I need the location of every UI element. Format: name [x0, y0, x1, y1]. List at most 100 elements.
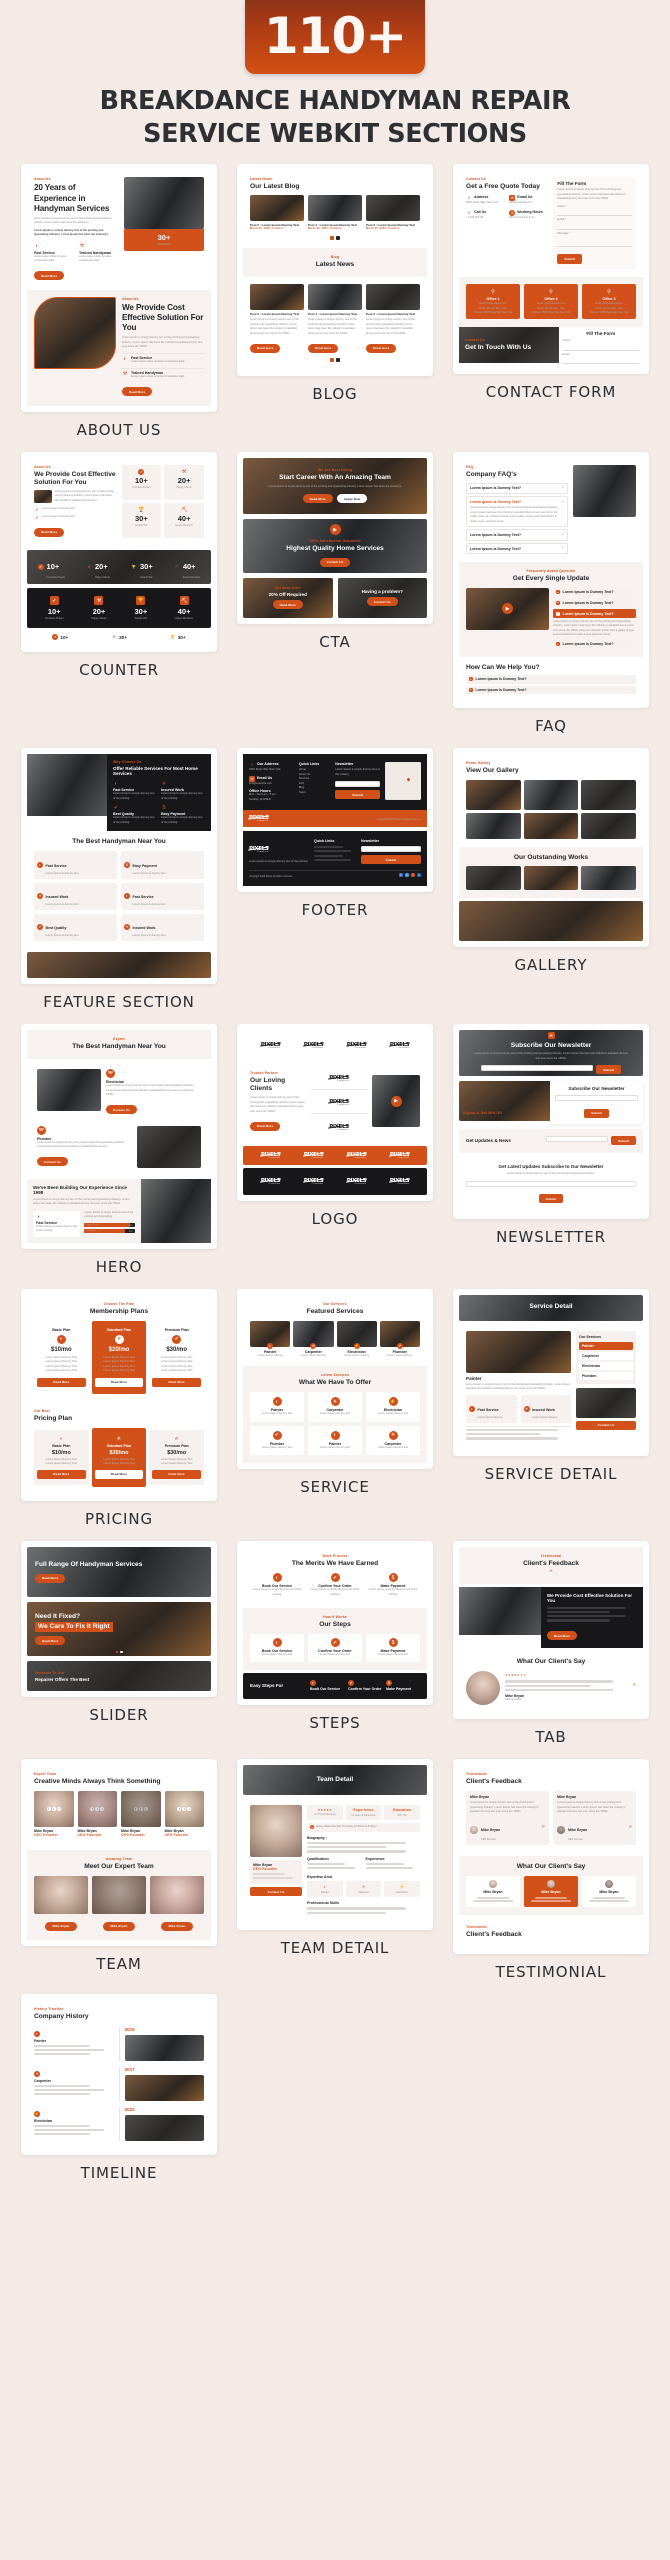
- preview-card-steps[interactable]: Work Process The Merits We Have Earned ◐…: [237, 1541, 433, 1705]
- preview-card-service-detail[interactable]: Service Detail Painter Lorem Ipsum is si…: [453, 1288, 649, 1456]
- about-read-more-button-2[interactable]: Read More: [122, 386, 153, 397]
- preview-card-counter[interactable]: About Us We Provide Cost Effective Solut…: [21, 451, 217, 653]
- team-social-i-2[interactable]: i: [100, 1807, 105, 1812]
- preview-card-tab[interactable]: Testimonial Client's Feedback ❝ We Provi…: [453, 1541, 649, 1719]
- team-social-t-3[interactable]: t: [138, 1807, 143, 1812]
- team-social-i-3[interactable]: i: [143, 1807, 148, 1812]
- chevron-down-icon-1[interactable]: ▾: [562, 486, 563, 490]
- preview-card-newsletter[interactable]: ✉ Subscribe Our Newsletter Lorem Ipsum i…: [453, 1024, 649, 1219]
- faq-question-4[interactable]: Lorem Ipsum Is Dummy Text?: [470, 547, 521, 551]
- preview-card-contact-form[interactable]: Contact Us Get a Free Quote Today ⚲ Addr…: [453, 164, 649, 375]
- plan-cta-4[interactable]: Read More: [37, 1469, 86, 1480]
- cta-offer-button[interactable]: Read More: [272, 599, 303, 610]
- tab-read-more-button[interactable]: Read More: [546, 1631, 578, 1641]
- footer-submit-button-2[interactable]: Submit: [361, 855, 421, 865]
- blog-pager-dot-1[interactable]: [330, 236, 334, 241]
- contact-submit-button[interactable]: Submit: [557, 254, 583, 264]
- chevron-down-icon-3[interactable]: ▾: [562, 546, 563, 550]
- faq-row-5[interactable]: ▸ Lorem Ipsum Is Dummy Text?: [466, 674, 636, 684]
- faq-row-6[interactable]: ▸ Lorem Ipsum Is Dummy Text?: [466, 685, 636, 695]
- facebook-icon[interactable]: f: [399, 873, 403, 878]
- service-sidebar-item-2[interactable]: Carpenter: [579, 1351, 633, 1360]
- preview-card-blog[interactable]: Latest News Our Latest Blog Post 5 : Lor…: [237, 164, 433, 376]
- newsletter-email-input[interactable]: [481, 1065, 594, 1072]
- newsletter-submit-button[interactable]: Submit: [596, 1065, 621, 1075]
- footer-submit-button[interactable]: Submit: [335, 790, 381, 800]
- team-social-f-4[interactable]: f: [177, 1807, 182, 1812]
- cta-read-more-button[interactable]: Read More: [302, 494, 333, 504]
- instagram-icon[interactable]: i: [411, 873, 415, 878]
- team-social-i-1[interactable]: i: [56, 1807, 61, 1812]
- counter-read-more-button[interactable]: Read More: [34, 527, 65, 537]
- team-social-i-4[interactable]: i: [187, 1807, 192, 1812]
- play-icon-logo[interactable]: ▶: [390, 1095, 402, 1107]
- chevron-up-icon-1[interactable]: ▴: [562, 500, 563, 504]
- preview-card-slider[interactable]: Full Range Of Handyman Services Read Mor…: [21, 1541, 217, 1698]
- plan-cta-2[interactable]: Read More: [94, 1377, 144, 1387]
- blog-card-title-2[interactable]: Post 4 : Lorem Ipsum Dummy Text: [308, 312, 362, 316]
- team-social-f-2[interactable]: f: [90, 1807, 95, 1812]
- newsletter-email-input-4[interactable]: [466, 1180, 636, 1187]
- preview-card-faq[interactable]: FAQ Company FAQ's Lorem Ipsum Is Dummy T…: [453, 451, 649, 709]
- gallery-image-4[interactable]: [466, 812, 521, 839]
- team-social-t-1[interactable]: t: [51, 1807, 56, 1812]
- faq-accordion-row-4[interactable]: ▸ Lorem Ipsum Is Dummy Text?: [553, 639, 636, 649]
- team-social-f-1[interactable]: f: [46, 1807, 51, 1812]
- service-sidebar-item-1[interactable]: Painter: [579, 1341, 633, 1350]
- plan-cta-6[interactable]: Read More: [152, 1469, 202, 1480]
- preview-card-logo[interactable]: PIXELS Creative PIXELS Creative PIXELS Crea…: [237, 1024, 433, 1201]
- slider-dot-2[interactable]: [120, 1650, 123, 1654]
- hero-contact-button-1[interactable]: Contact Us: [106, 1105, 137, 1115]
- footer-email-input[interactable]: [335, 781, 381, 788]
- feature-card-4[interactable]: ◐ Fast Service Lorem Ipsum is dummy text: [121, 882, 204, 910]
- plan-cta-1[interactable]: Read More: [37, 1377, 86, 1387]
- cta-apply-now-button[interactable]: Apply Now: [336, 494, 368, 504]
- team-detail-contact-button[interactable]: Contact Us: [250, 1887, 302, 1897]
- blog-read-more-1[interactable]: Read more: [250, 343, 281, 353]
- service-detail-contact-button[interactable]: Contact Us: [576, 1420, 636, 1430]
- gallery-image-2[interactable]: [523, 779, 579, 810]
- preview-card-timeline[interactable]: History Timeline Company History ◐ Paint…: [21, 1993, 217, 2155]
- slider-cta-1[interactable]: Read More: [35, 1573, 66, 1583]
- feature-card-3[interactable]: ✳ Insured Work Lorem Ipsum is dummy text: [34, 882, 117, 910]
- blog-pager-dot-4[interactable]: [336, 358, 340, 362]
- preview-card-service[interactable]: Our Services Featured Services ◐ Painter…: [237, 1288, 433, 1470]
- contact-email-input[interactable]: [557, 223, 632, 230]
- play-icon[interactable]: ▶: [329, 524, 341, 536]
- newsletter-email-input-3[interactable]: [546, 1136, 609, 1143]
- chevron-down-icon-2[interactable]: ▾: [562, 533, 563, 537]
- cta-contact-us-button[interactable]: Contact Us: [319, 557, 351, 567]
- preview-card-gallery[interactable]: Photo Gallery View Our Gallery Our Outst…: [453, 748, 649, 947]
- preview-card-team-detail[interactable]: Team Detail Mike Bryan CEO Founder Conta…: [237, 1758, 433, 1930]
- plan-cta-3[interactable]: Read More: [152, 1377, 202, 1387]
- team-social-f-3[interactable]: f: [133, 1807, 138, 1812]
- gallery-image-8[interactable]: [523, 865, 579, 890]
- blog-pager-dot-2[interactable]: [336, 236, 340, 241]
- preview-card-pricing[interactable]: Choose The Plan Membership Plans Basic P…: [21, 1288, 217, 1502]
- preview-card-cta[interactable]: We Are Best Hiring Start Career With An …: [237, 451, 433, 624]
- blog-card-title-1[interactable]: Post 5 : Lorem Ipsum Dummy Text: [250, 312, 304, 316]
- team-social-t-4[interactable]: t: [182, 1807, 187, 1812]
- gallery-image-1[interactable]: [466, 779, 521, 810]
- contact-message-input[interactable]: [557, 236, 632, 247]
- preview-card-about-us[interactable]: About Us 20 Years of Experience in Handy…: [21, 164, 217, 412]
- contact-name-input-2[interactable]: [562, 344, 639, 351]
- preview-card-team[interactable]: Expert Team Creative Minds Always Think …: [21, 1758, 217, 1947]
- faq-question-3[interactable]: Lorem Ipsum Is Dummy Text?: [470, 533, 521, 537]
- feature-card-2[interactable]: $ Easy Payment Lorem Ipsum is dummy text: [121, 851, 204, 879]
- service-sidebar-item-3[interactable]: Electrician: [579, 1361, 633, 1370]
- contact-email-input-2[interactable]: [562, 357, 639, 365]
- faq-accordion-row-3[interactable]: ▾ Lorem Ipsum Is Dummy Text?: [553, 609, 636, 618]
- gallery-image-7[interactable]: [466, 865, 521, 890]
- preview-card-testimonial[interactable]: Testimonial Client's Feedback Mike Bryan…: [453, 1758, 649, 1954]
- gallery-image-5[interactable]: [523, 812, 579, 839]
- team-name-button-1[interactable]: Mike Bryan: [45, 1921, 77, 1931]
- feature-card-1[interactable]: ◐ Fast Service Lorem Ipsum is dummy text: [34, 851, 117, 879]
- logo-read-more-button[interactable]: Read More: [250, 1121, 281, 1131]
- faq-accordion-row-2[interactable]: ▸ Lorem Ipsum Is Dummy Text?: [553, 598, 636, 608]
- footer-map[interactable]: [385, 762, 422, 801]
- newsletter-submit-button-2[interactable]: Submit: [584, 1108, 609, 1118]
- faq-question-2[interactable]: Lorem Ipsum Is Dummy Text?: [470, 500, 521, 504]
- gallery-image-3[interactable]: [581, 779, 636, 810]
- feature-card-5[interactable]: ✔ Best Quality Lorem Ipsum is dummy text: [34, 913, 117, 942]
